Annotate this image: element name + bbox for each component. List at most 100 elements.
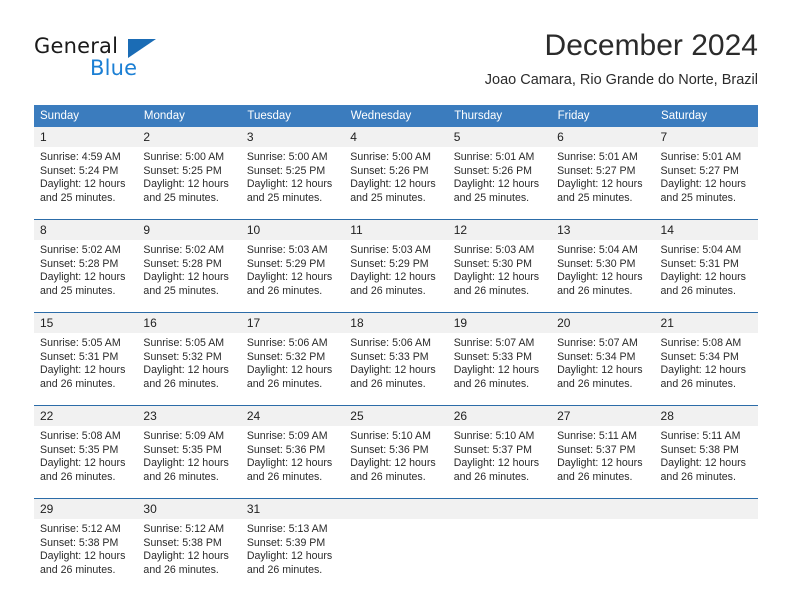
day-details: Sunrise: 5:11 AM Sunset: 5:37 PM Daylight:… [551,426,654,498]
weekday-header-sunday: Sunday [34,105,138,127]
calendar-day-cell[interactable]: 31 Sunrise: 5:13 AM Sunset: 5:39 PM Dayligh… [240,498,345,591]
day-daylight-2-text: and 26 minutes. [557,377,633,390]
day-sunrise-text: Sunrise: 5:09 AM [246,430,328,442]
day-details: Sunrise: 5:11 AM Sunset: 5:38 PM Daylight:… [655,426,758,498]
day-number: 7 [654,127,758,147]
calendar-day-cell[interactable]: 27 Sunrise: 5:11 AM Sunset: 5:37 PM Dayligh… [551,405,655,499]
day-daylight-1-text: Daylight: 12 hours [40,364,126,377]
general-blue-logo[interactable]: General Blue [34,34,234,94]
calendar-day-cell[interactable]: 12 Sunrise: 5:03 AM Sunset: 5:30 PM Dayligh… [447,219,552,313]
day-daylight-1-text: Daylight: 12 hours [143,364,229,377]
day-daylight-1-text: Daylight: 12 hours [350,364,436,377]
calendar-day-cell[interactable]: 30 Sunrise: 5:12 AM Sunset: 5:38 PM Dayligh… [137,498,241,591]
day-details: Sunrise: 5:02 AM Sunset: 5:28 PM Daylight:… [34,240,137,312]
calendar-day-cell[interactable]: 20 Sunrise: 5:07 AM Sunset: 5:34 PM Dayligh… [551,312,655,406]
calendar-empty-cell [551,498,655,591]
calendar-day-cell[interactable]: 24 Sunrise: 5:09 AM Sunset: 5:36 PM Dayligh… [240,405,345,499]
calendar-day-cell[interactable]: 28 Sunrise: 5:11 AM Sunset: 5:38 PM Dayligh… [654,405,758,499]
calendar-day-cell[interactable]: 7 Sunrise: 5:01 AM Sunset: 5:27 PM Daylight… [654,127,758,220]
day-details: Sunrise: 5:06 AM Sunset: 5:33 PM Daylight:… [344,333,447,405]
day-number: 4 [344,127,448,147]
day-daylight-2-text: and 25 minutes. [40,284,116,297]
day-sunset-text: Sunset: 5:28 PM [143,257,222,270]
day-number: 18 [344,313,448,333]
calendar-day-cell[interactable]: 2 Sunrise: 5:00 AM Sunset: 5:25 PM Daylight… [137,127,241,220]
day-daylight-2-text: and 26 minutes. [143,377,219,390]
day-daylight-2-text: and 26 minutes. [350,284,426,297]
calendar-day-cell[interactable]: 6 Sunrise: 5:01 AM Sunset: 5:27 PM Daylight… [551,127,655,220]
day-daylight-1-text: Daylight: 12 hours [246,178,333,191]
day-number: 9 [137,220,241,240]
calendar-day-cell[interactable]: 18 Sunrise: 5:06 AM Sunset: 5:33 PM Dayligh… [344,312,448,406]
day-number: 17 [240,313,345,333]
day-daylight-2-text: and 26 minutes. [246,563,323,576]
day-details: Sunrise: 5:04 AM Sunset: 5:31 PM Daylight:… [655,240,758,312]
day-daylight-2-text: and 25 minutes. [143,284,219,297]
day-details: Sunrise: 5:00 AM Sunset: 5:25 PM Daylight:… [241,147,344,219]
calendar-day-cell[interactable]: 25 Sunrise: 5:10 AM Sunset: 5:36 PM Dayligh… [344,405,448,499]
day-sunrise-text: Sunrise: 5:12 AM [40,523,121,535]
calendar-day-cell[interactable]: 23 Sunrise: 5:09 AM Sunset: 5:35 PM Dayligh… [137,405,241,499]
day-daylight-2-text: and 25 minutes. [557,191,633,204]
day-sunset-text: Sunset: 5:36 PM [246,443,326,456]
day-details: Sunrise: 5:08 AM Sunset: 5:34 PM Daylight:… [655,333,758,405]
day-daylight-1-text: Daylight: 12 hours [143,550,229,563]
day-details: Sunrise: 5:13 AM Sunset: 5:39 PM Daylight:… [241,519,344,591]
day-details: Sunrise: 5:08 AM Sunset: 5:35 PM Daylight:… [34,426,137,498]
day-sunset-text: Sunset: 5:38 PM [40,536,119,549]
calendar-day-cell[interactable]: 5 Sunrise: 5:01 AM Sunset: 5:26 PM Daylight… [447,127,552,220]
calendar-day-cell[interactable]: 21 Sunrise: 5:08 AM Sunset: 5:34 PM Dayligh… [654,312,758,406]
calendar-day-cell[interactable]: 13 Sunrise: 5:04 AM Sunset: 5:30 PM Dayligh… [551,219,655,313]
weekday-header-friday: Friday [551,105,656,127]
day-sunset-text: Sunset: 5:36 PM [350,443,429,456]
day-number: 13 [551,220,655,240]
day-daylight-2-text: and 26 minutes. [246,284,323,297]
day-sunrise-text: Sunrise: 5:06 AM [350,337,431,349]
day-sunrise-text: Sunrise: 5:03 AM [350,244,431,256]
day-sunset-text: Sunset: 5:34 PM [557,350,636,363]
day-daylight-1-text: Daylight: 12 hours [143,178,229,191]
day-daylight-2-text: and 25 minutes. [660,191,736,204]
day-sunrise-text: Sunrise: 4:59 AM [40,151,121,163]
calendar-day-cell[interactable]: 15 Sunrise: 5:05 AM Sunset: 5:31 PM Dayligh… [34,312,138,406]
calendar-day-cell[interactable]: 26 Sunrise: 5:10 AM Sunset: 5:37 PM Dayligh… [447,405,552,499]
calendar-day-cell[interactable]: 10 Sunrise: 5:03 AM Sunset: 5:29 PM Dayligh… [240,219,345,313]
logo-text-blue: Blue [90,56,138,80]
calendar-week-row: 15 Sunrise: 5:05 AM Sunset: 5:31 PM Dayligh… [34,312,758,406]
calendar-day-cell[interactable]: 4 Sunrise: 5:00 AM Sunset: 5:26 PM Daylight… [344,127,448,220]
calendar-day-cell[interactable]: 9 Sunrise: 5:02 AM Sunset: 5:28 PM Daylight… [137,219,241,313]
calendar-day-cell[interactable]: 16 Sunrise: 5:05 AM Sunset: 5:32 PM Dayligh… [137,312,241,406]
calendar-day-cell[interactable]: 17 Sunrise: 5:06 AM Sunset: 5:32 PM Dayligh… [240,312,345,406]
calendar-day-cell[interactable]: 3 Sunrise: 5:00 AM Sunset: 5:25 PM Daylight… [240,127,345,220]
day-details: Sunrise: 5:10 AM Sunset: 5:36 PM Daylight:… [344,426,447,498]
day-sunrise-text: Sunrise: 5:12 AM [143,523,225,535]
day-sunset-text: Sunset: 5:35 PM [40,443,119,456]
day-details: Sunrise: 5:03 AM Sunset: 5:29 PM Daylight:… [344,240,447,312]
day-daylight-2-text: and 26 minutes. [453,377,530,390]
calendar-day-cell[interactable]: 22 Sunrise: 5:08 AM Sunset: 5:35 PM Dayligh… [34,405,138,499]
calendar-day-cell[interactable]: 29 Sunrise: 5:12 AM Sunset: 5:38 PM Dayligh… [34,498,138,591]
calendar-week-row: 22 Sunrise: 5:08 AM Sunset: 5:35 PM Dayligh… [34,405,758,499]
day-sunset-text: Sunset: 5:29 PM [350,257,429,270]
day-daylight-1-text: Daylight: 12 hours [660,178,746,191]
day-daylight-1-text: Daylight: 12 hours [40,550,126,563]
day-number: 31 [240,499,345,519]
day-sunset-text: Sunset: 5:25 PM [246,164,326,177]
day-number: 25 [344,406,448,426]
page-subtitle: Joao Camara, Rio Grande do Norte, Brazil [484,72,758,88]
day-details [655,519,758,591]
day-daylight-1-text: Daylight: 12 hours [246,457,333,470]
calendar-day-cell[interactable]: 11 Sunrise: 5:03 AM Sunset: 5:29 PM Dayligh… [344,219,448,313]
day-sunrise-text: Sunrise: 5:03 AM [246,244,328,256]
calendar-day-cell[interactable]: 14 Sunrise: 5:04 AM Sunset: 5:31 PM Dayligh… [654,219,758,313]
day-number [654,499,758,519]
day-daylight-1-text: Daylight: 12 hours [557,457,643,470]
calendar-day-cell[interactable]: 19 Sunrise: 5:07 AM Sunset: 5:33 PM Dayligh… [447,312,552,406]
day-sunrise-text: Sunrise: 5:08 AM [660,337,742,349]
day-daylight-1-text: Daylight: 12 hours [246,550,333,563]
day-sunset-text: Sunset: 5:38 PM [660,443,739,456]
calendar-empty-cell [654,498,758,591]
calendar-day-cell[interactable]: 1 Sunrise: 4:59 AM Sunset: 5:24 PM Daylight… [34,127,138,220]
calendar-day-cell[interactable]: 8 Sunrise: 5:02 AM Sunset: 5:28 PM Daylight… [34,219,138,313]
day-sunset-text: Sunset: 5:29 PM [246,257,326,270]
